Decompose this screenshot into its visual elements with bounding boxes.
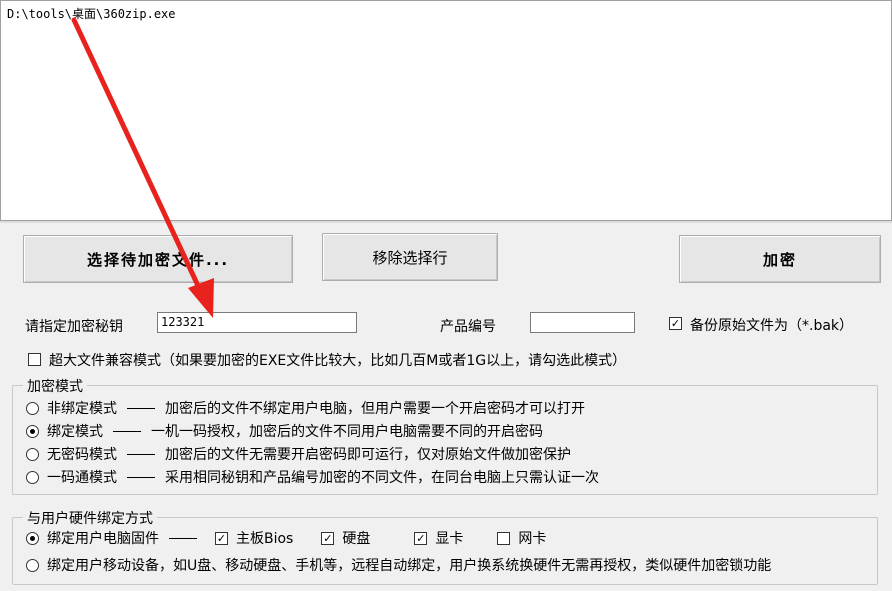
mode-name: 绑定模式 (47, 424, 103, 440)
mode-option-onecode[interactable]: 一码通模式 采用相同秘钥和产品编号加密的不同文件，在同台电脑上只需认证一次 (26, 467, 599, 487)
mode-name: 非绑定模式 (47, 401, 117, 417)
nic-label: 网卡 (518, 531, 547, 547)
radio-bind-mobile[interactable] (26, 558, 39, 572)
mode-name: 一码通模式 (47, 470, 117, 486)
dash (127, 453, 155, 455)
key-input[interactable]: 123321 (157, 312, 357, 333)
radio-bound[interactable] (26, 424, 39, 438)
mode-desc: 加密后的文件不绑定用户电脑，但用户需要一个开启密码才可以打开 (165, 401, 585, 417)
key-label: 请指定加密秘钥 (25, 319, 123, 335)
radio-nopassword[interactable] (26, 447, 39, 461)
dash (127, 476, 155, 478)
gpu-label: 显卡 (435, 531, 464, 547)
disk-checkbox[interactable]: ✓ (321, 531, 335, 545)
bios-checkbox[interactable]: ✓ (215, 531, 228, 545)
mode-option-bound[interactable]: 绑定模式 一机一码授权，加密后的文件不同用户电脑需要不同的开启密码 (26, 421, 543, 441)
large-file-checkbox[interactable] (28, 353, 41, 366)
mode-desc: 一机一码授权，加密后的文件不同用户电脑需要不同的开启密码 (151, 424, 543, 440)
radio-onecode[interactable] (26, 470, 39, 484)
bind-firmware-label: 绑定用户电脑固件 (47, 531, 159, 547)
bind-mobile-label: 绑定用户移动设备，如U盘、移动硬盘、手机等，远程自动绑定，用户换系统换硬件无需再… (47, 558, 772, 574)
hardware-binding-title: 与用户硬件绑定方式 (23, 508, 157, 528)
backup-checkbox[interactable]: ✓ (669, 317, 682, 330)
mode-option-unbound[interactable]: 非绑定模式 加密后的文件不绑定用户电脑，但用户需要一个开启密码才可以打开 (26, 398, 585, 418)
bind-mobile-option[interactable]: 绑定用户移动设备，如U盘、移动硬盘、手机等，远程自动绑定，用户换系统换硬件无需再… (26, 555, 771, 575)
mode-name: 无密码模式 (47, 447, 117, 463)
backup-label: 备份原始文件为（*.bak） (690, 318, 854, 334)
file-list[interactable]: D:\tools\桌面\360zip.exe (0, 0, 892, 221)
bios-label: 主板Bios (236, 531, 294, 547)
gpu-checkbox[interactable]: ✓ (414, 531, 428, 545)
dash (127, 407, 155, 409)
nic-checkbox[interactable] (497, 531, 511, 545)
radio-unbound[interactable] (26, 401, 39, 415)
mode-desc: 采用相同秘钥和产品编号加密的不同文件，在同台电脑上只需认证一次 (165, 470, 599, 486)
mode-desc: 加密后的文件无需要开启密码即可运行，仅对原始文件做加密保护 (165, 447, 571, 463)
dash (113, 430, 141, 432)
encrypt-button[interactable]: 加密 (679, 235, 881, 283)
radio-bind-firmware[interactable] (26, 531, 39, 545)
product-id-label: 产品编号 (440, 319, 496, 335)
divider (0, 221, 892, 223)
dash (169, 537, 197, 539)
disk-label: 硬盘 (342, 531, 371, 547)
bind-firmware-option[interactable]: 绑定用户电脑固件 ✓ 主板Bios ✓ 硬盘 ✓ 显卡 网卡 (26, 528, 546, 548)
file-list-item[interactable]: D:\tools\桌面\360zip.exe (7, 5, 176, 22)
encryption-mode-title: 加密模式 (23, 376, 87, 396)
remove-row-button[interactable]: 移除选择行 (322, 233, 498, 281)
mode-option-nopassword[interactable]: 无密码模式 加密后的文件无需要开启密码即可运行，仅对原始文件做加密保护 (26, 444, 571, 464)
product-id-input[interactable] (530, 312, 635, 333)
large-file-label: 超大文件兼容模式（如果要加密的EXE文件比较大，比如几百M或者1G以上，请勾选此… (49, 353, 627, 369)
select-files-button[interactable]: 选择待加密文件... (23, 235, 293, 283)
